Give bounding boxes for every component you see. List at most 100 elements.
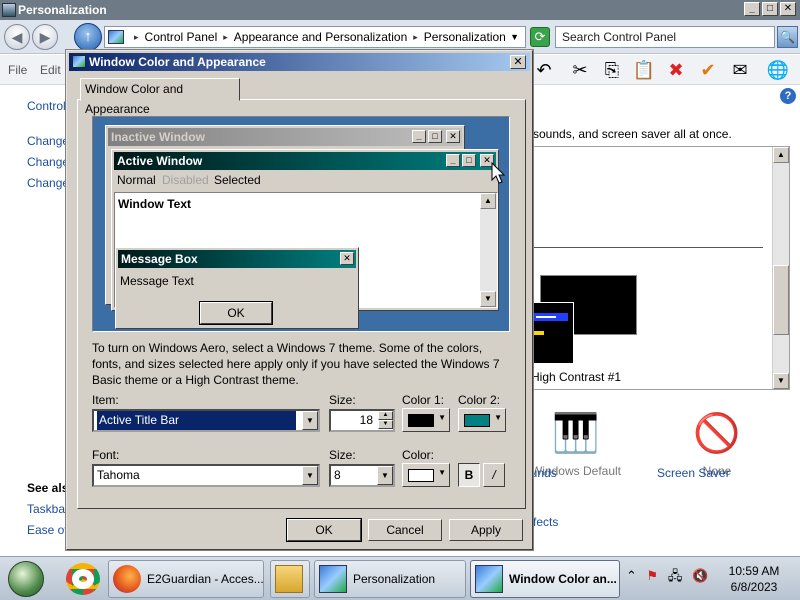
taskbar: E2Guardian - Acces... Personalization Wi…	[0, 556, 800, 600]
color2-picker[interactable]: ▼	[458, 408, 506, 432]
spin-down-icon[interactable]: ▼	[378, 420, 393, 429]
preview-menu-normal[interactable]: Normal	[117, 172, 156, 189]
globe-icon[interactable]: 🌐	[766, 59, 790, 81]
bold-button[interactable]: B	[458, 463, 480, 487]
search-input[interactable]: Search Control Panel	[555, 26, 775, 48]
copy-icon[interactable]: ⎘	[600, 59, 624, 81]
network-icon[interactable]: 🖧	[668, 568, 683, 583]
item-size-value[interactable]: 18	[360, 413, 373, 427]
chevron-right-icon[interactable]: ▸	[134, 32, 139, 43]
undo-icon[interactable]: ↶	[532, 59, 556, 81]
left-link-change-1[interactable]: Change	[27, 134, 69, 148]
left-link-change-3[interactable]: Change	[27, 176, 69, 190]
theme-label[interactable]: High Contrast #1	[531, 370, 621, 384]
forward-icon[interactable]: ▶	[32, 24, 58, 50]
spin-up-icon[interactable]: ▲	[378, 411, 393, 420]
chevron-down-icon[interactable]: ▼	[377, 466, 393, 485]
chevron-right-icon[interactable]: ▸	[223, 32, 228, 43]
appearance-icon	[72, 55, 86, 68]
scroll-up-icon[interactable]: ▲	[480, 193, 496, 209]
apply-button[interactable]: Apply	[449, 519, 523, 541]
taskbar-task-window-color[interactable]: Window Color an...	[470, 560, 620, 598]
tab-window-color[interactable]: Window Color and Appearance	[80, 78, 240, 116]
navigation-bar: ◀ ▶ ↑ ▸ Control Panel ▸ Appearance and P…	[0, 20, 800, 54]
font-size-select[interactable]: 8 ▼	[329, 464, 395, 487]
breadcrumb-personalization[interactable]: Personalization	[424, 30, 506, 44]
item-select[interactable]: Active Title Bar ▼	[92, 409, 320, 432]
color2-swatch	[464, 414, 490, 427]
chevron-right-icon[interactable]: ▸	[413, 32, 418, 43]
chevron-down-icon[interactable]: ▼	[302, 411, 318, 430]
screen-saver-item[interactable]: 🚫 Screen Saver None	[657, 408, 777, 480]
left-link-change-2[interactable]: Change	[27, 155, 69, 169]
item-size-spinner[interactable]: 18 ▲ ▼	[329, 409, 395, 432]
italic-button[interactable]: /	[483, 463, 505, 487]
item-size-label: Size:	[329, 393, 356, 407]
preview-message-box[interactable]: Message Box ✕ Message Text OK	[115, 247, 359, 329]
taskbar-task-personalization[interactable]: Personalization	[314, 560, 466, 598]
maximize-button[interactable]: □	[762, 2, 778, 16]
back-icon[interactable]: ◀	[4, 24, 30, 50]
see-also-heading: See als	[27, 481, 69, 495]
breadcrumb-control-panel[interactable]: Control Panel	[145, 30, 218, 44]
aero-info-text: To turn on Windows Aero, select a Window…	[92, 341, 500, 387]
ok-button[interactable]: OK	[286, 518, 362, 542]
appearance-preview[interactable]: Inactive Window _ □ ✕ Active Window _ □ …	[92, 116, 510, 332]
font-size-value: 8	[334, 468, 341, 482]
action-center-icon[interactable]: ⚑	[647, 568, 659, 583]
color1-picker[interactable]: ▼	[402, 408, 450, 432]
clock[interactable]: 10:59 AM 6/8/2023	[718, 563, 790, 595]
chevron-down-icon[interactable]: ▼	[510, 32, 519, 42]
up-arrow-icon[interactable]: ↑	[74, 23, 102, 51]
screen-saver-label[interactable]: Screen Saver	[657, 466, 730, 480]
menu-file[interactable]: File	[8, 63, 27, 77]
menu-edit[interactable]: Edit	[40, 63, 61, 77]
effects-link[interactable]: fects	[533, 515, 558, 529]
left-link-taskbar[interactable]: Taskbar	[27, 502, 69, 516]
mail-icon[interactable]: ✉	[728, 59, 752, 81]
taskbar-task-e2guardian[interactable]: E2Guardian - Acces...	[108, 560, 264, 598]
checkmark-icon[interactable]: ✔	[696, 59, 720, 81]
preview-menu-disabled[interactable]: Disabled	[162, 172, 209, 189]
cut-icon[interactable]: ✂	[568, 59, 592, 81]
paste-icon[interactable]: 📋	[632, 59, 656, 81]
close-icon[interactable]: ✕	[510, 55, 526, 69]
preview-ok-button[interactable]: OK	[199, 301, 273, 325]
help-icon[interactable]: ?	[780, 88, 796, 104]
show-hidden-icons-icon[interactable]: ⌃	[626, 568, 637, 583]
breadcrumb-appearance[interactable]: Appearance and Personalization	[234, 30, 407, 44]
cancel-button[interactable]: Cancel	[368, 519, 442, 541]
taskbar-explorer[interactable]	[270, 560, 310, 598]
close-button[interactable]: ✕	[780, 2, 796, 16]
refresh-icon[interactable]: ⟳	[530, 27, 550, 47]
scrollbar[interactable]: ▲ ▼	[772, 147, 789, 389]
scroll-thumb[interactable]	[773, 265, 789, 335]
inactive-window-title: Inactive Window	[111, 130, 205, 144]
preview-scrollbar[interactable]: ▲ ▼	[480, 193, 497, 307]
scroll-down-icon[interactable]: ▼	[480, 291, 496, 307]
left-link-ease[interactable]: Ease of	[27, 523, 68, 537]
dialog-title: Window Color and Appearance	[89, 55, 266, 69]
color1-label: Color 1:	[402, 393, 445, 407]
scroll-up-icon[interactable]: ▲	[773, 147, 789, 163]
active-window-title: Active Window	[117, 154, 203, 168]
theme-list[interactable]: High Contrast #1 ▲ ▼	[527, 146, 790, 390]
font-select[interactable]: Tahoma ▼	[92, 464, 320, 487]
no-screen-saver-icon: 🚫	[693, 413, 741, 455]
chevron-down-icon[interactable]: ▼	[302, 466, 318, 485]
left-link-control[interactable]: Control	[27, 99, 66, 113]
maximize-icon: □	[462, 154, 476, 167]
sounds-item[interactable]: 🎹 Sounds Windows Default	[516, 408, 636, 480]
volume-muted-icon[interactable]: 🔇	[692, 568, 708, 583]
address-bar[interactable]: ▸ Control Panel ▸ Appearance and Persona…	[104, 26, 526, 48]
chrome-icon[interactable]	[66, 563, 100, 595]
font-color-swatch	[408, 469, 434, 482]
font-color-picker[interactable]: ▼	[402, 463, 450, 487]
scroll-down-icon[interactable]: ▼	[773, 373, 789, 389]
search-icon[interactable]: 🔍	[777, 26, 798, 48]
color1-swatch	[408, 414, 434, 427]
delete-icon[interactable]: ✖	[664, 59, 688, 81]
minimize-button[interactable]: _	[744, 2, 760, 16]
preview-menu-selected[interactable]: Selected	[214, 172, 261, 189]
start-button[interactable]	[8, 561, 44, 597]
